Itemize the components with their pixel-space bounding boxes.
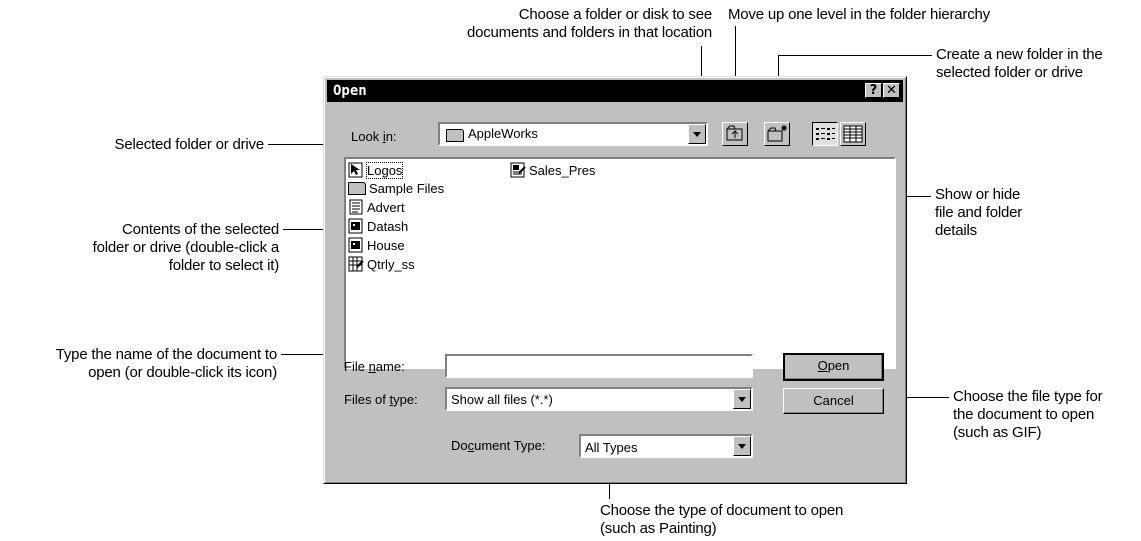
chevron-down-icon — [738, 443, 746, 449]
leader-new-folder-h — [778, 55, 932, 56]
up-folder-icon — [726, 125, 743, 141]
text-doc-icon — [349, 199, 363, 215]
list-item[interactable]: House — [348, 236, 405, 254]
open-button[interactable]: Open — [783, 353, 884, 381]
new-folder-icon — [767, 125, 787, 142]
list-item[interactable]: Advert — [348, 198, 405, 216]
document-type-label: Document Type: — [451, 438, 546, 453]
dialog-title: Open — [333, 83, 367, 99]
file-name-label: File name: — [344, 359, 405, 374]
open-button-label: Open — [817, 358, 850, 373]
database-icon — [348, 237, 363, 253]
list-item[interactable]: Qtrly_ss — [348, 255, 415, 273]
file-name-field[interactable] — [445, 354, 753, 378]
document-type-combo[interactable]: All Types — [579, 434, 753, 458]
look-in-label: Look in: — [351, 129, 397, 144]
file-list[interactable]: Logos Sample Files Advert Datash House Q… — [344, 157, 896, 369]
file-name: Logos — [365, 161, 404, 179]
cancel-button[interactable]: Cancel — [783, 388, 884, 414]
document-type-value: All Types — [585, 440, 638, 455]
file-name: House — [367, 237, 405, 253]
callout-doc-type: Choose the type of document to open (such… — [600, 502, 844, 537]
open-dialog: Open ? ✕ Look in: AppleWorks Logos Sampl… — [323, 76, 907, 484]
list-view-button[interactable] — [812, 122, 838, 146]
close-button[interactable]: ✕ — [883, 83, 900, 98]
cursor-file-icon — [348, 162, 363, 178]
file-name: Sales_Pres — [529, 162, 596, 178]
file-name: Qtrly_ss — [367, 256, 415, 272]
callout-contents: Contents of the selected folder or drive … — [92, 221, 280, 274]
list-item[interactable]: Logos — [348, 161, 404, 179]
callout-look-in: Choose a folder or disk to see documents … — [466, 6, 712, 41]
list-view-icon — [816, 128, 835, 140]
callout-details: Show or hide file and folder details — [935, 186, 1023, 239]
callout-type-name: Type the name of the document to open (or… — [55, 346, 277, 381]
files-of-type-label: Files of type: — [344, 392, 418, 407]
look-in-dropdown-arrow[interactable] — [688, 124, 706, 144]
presentation-icon — [510, 162, 526, 178]
up-one-level-button[interactable] — [722, 122, 748, 146]
files-of-type-value: Show all files (*.*) — [451, 392, 553, 407]
list-item[interactable]: Sample Files — [348, 179, 444, 197]
chevron-down-icon — [693, 131, 701, 137]
callout-file-type: Choose the file type for the document to … — [953, 388, 1103, 441]
spreadsheet-icon — [348, 256, 364, 272]
database-icon — [348, 218, 363, 234]
file-name: Advert — [367, 199, 405, 215]
help-button[interactable]: ? — [865, 83, 882, 98]
document-type-dropdown-arrow[interactable] — [733, 436, 751, 456]
list-item[interactable]: Sales_Pres — [510, 161, 595, 179]
folder-icon — [348, 181, 366, 195]
callout-up-level: Move up one level in the folder hierarch… — [728, 6, 990, 23]
list-item[interactable]: Datash — [348, 217, 408, 235]
chevron-down-icon — [738, 396, 746, 402]
look-in-value: AppleWorks — [468, 126, 538, 141]
details-view-icon — [843, 125, 863, 143]
details-view-button[interactable] — [840, 122, 866, 146]
callout-new-folder: Create a new folder in the selected folde… — [936, 46, 1103, 81]
look-in-combo[interactable]: AppleWorks — [438, 122, 708, 146]
cancel-button-label: Cancel — [813, 393, 854, 408]
title-bar: Open ? ✕ — [327, 80, 903, 102]
files-of-type-combo[interactable]: Show all files (*.*) — [445, 387, 753, 411]
new-folder-button[interactable] — [764, 122, 790, 146]
callout-selected-folder: Selected folder or drive — [114, 136, 265, 153]
file-name: Sample Files — [369, 180, 445, 196]
files-of-type-dropdown-arrow[interactable] — [733, 389, 751, 409]
file-name: Datash — [367, 218, 409, 234]
folder-icon — [446, 129, 464, 142]
